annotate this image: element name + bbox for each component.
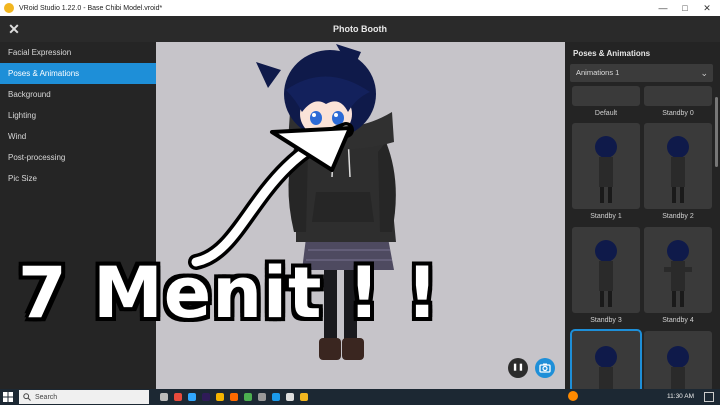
poses-panel-title: Poses & Animations <box>573 49 651 58</box>
pose-label: Standby 1 <box>590 213 622 220</box>
character-thumbnail <box>664 240 692 307</box>
character-thumbnail <box>667 136 689 203</box>
app-icon[interactable] <box>188 393 196 401</box>
vroid-taskbar-icon[interactable] <box>300 393 308 401</box>
menu-item-facial-expression[interactable]: Facial Expression <box>0 42 156 63</box>
photo-booth-header: ✕ Photo Booth <box>0 16 720 42</box>
window-titlebar: VRoid Studio 1.22.0 - Base Chibi Model.v… <box>0 0 720 16</box>
pose-thumb-standby-0[interactable] <box>644 86 712 106</box>
pose-thumb[interactable] <box>644 331 712 389</box>
app-icon[interactable] <box>258 393 266 401</box>
app-icon[interactable] <box>202 393 210 401</box>
pose-thumb-standby-4[interactable] <box>644 227 712 313</box>
windows-start-button[interactable] <box>0 389 16 405</box>
pose-thumb-standby-1[interactable] <box>572 123 640 209</box>
close-window-button[interactable]: ✕ <box>693 0 720 16</box>
pose-thumb-standby-2[interactable] <box>644 123 712 209</box>
pose-label: Standby 3 <box>590 317 622 324</box>
menu-item-lighting[interactable]: Lighting <box>0 105 156 126</box>
tray-app-icon[interactable] <box>568 391 578 401</box>
notification-icon[interactable] <box>704 392 714 402</box>
chevron-down-icon: ⌄ <box>700 68 708 78</box>
camera-icon <box>539 363 551 373</box>
pose-thumb-standby-3[interactable] <box>572 227 640 313</box>
taskbar-search[interactable]: Search <box>19 390 149 404</box>
app-icon[interactable] <box>244 393 252 401</box>
menu-item-poses-animations[interactable]: Poses & Animations <box>0 63 156 84</box>
windows-logo-icon <box>3 392 13 402</box>
character-thumbnail <box>667 346 689 389</box>
menu-item-post-processing[interactable]: Post-processing <box>0 147 156 168</box>
pose-thumb-default[interactable] <box>572 86 640 106</box>
animation-set-dropdown[interactable]: Animations 1 ⌄ <box>570 64 713 82</box>
page-title: Photo Booth <box>333 24 387 34</box>
settings-menu: Facial Expression Poses & Animations Bac… <box>0 42 156 389</box>
search-icon <box>23 393 31 401</box>
windows-taskbar: Search 11:30 AM <box>0 389 720 405</box>
app-icon[interactable] <box>174 393 182 401</box>
task-view-icon[interactable] <box>160 393 168 401</box>
pose-thumb-selected[interactable] <box>570 329 642 389</box>
pose-label: Standby 2 <box>662 213 694 220</box>
app-icon[interactable] <box>216 393 224 401</box>
character-thumbnail <box>595 240 617 307</box>
app-icon[interactable] <box>286 393 294 401</box>
app-icon[interactable] <box>272 393 280 401</box>
overlay-caption: 7 Menit ! ! <box>18 252 440 334</box>
menu-item-pic-size[interactable]: Pic Size <box>0 168 156 189</box>
character-thumbnail <box>595 346 617 389</box>
clock-time[interactable]: 11:30 AM <box>667 389 694 405</box>
pause-animation-button[interactable]: ❚❚ <box>508 358 528 378</box>
pose-label: Default <box>594 110 618 117</box>
model-viewport[interactable]: ❚❚ <box>156 42 565 389</box>
window-title: VRoid Studio 1.22.0 - Base Chibi Model.v… <box>19 4 163 12</box>
vroid-app-icon <box>4 3 14 13</box>
menu-item-wind[interactable]: Wind <box>0 126 156 147</box>
search-placeholder: Search <box>35 393 58 401</box>
pose-label: Standby 4 <box>662 317 694 324</box>
poses-panel: Poses & Animations Animations 1 ⌄ Defaul… <box>565 42 720 389</box>
character-thumbnail <box>595 136 617 203</box>
camera-capture-button[interactable] <box>535 358 555 378</box>
menu-item-background[interactable]: Background <box>0 84 156 105</box>
poses-scrollbar[interactable] <box>715 97 718 167</box>
character-model <box>188 44 396 360</box>
pose-label: Standby 0 <box>662 110 694 117</box>
firefox-icon[interactable] <box>230 393 238 401</box>
dropdown-selected-value: Animations 1 <box>576 68 620 77</box>
